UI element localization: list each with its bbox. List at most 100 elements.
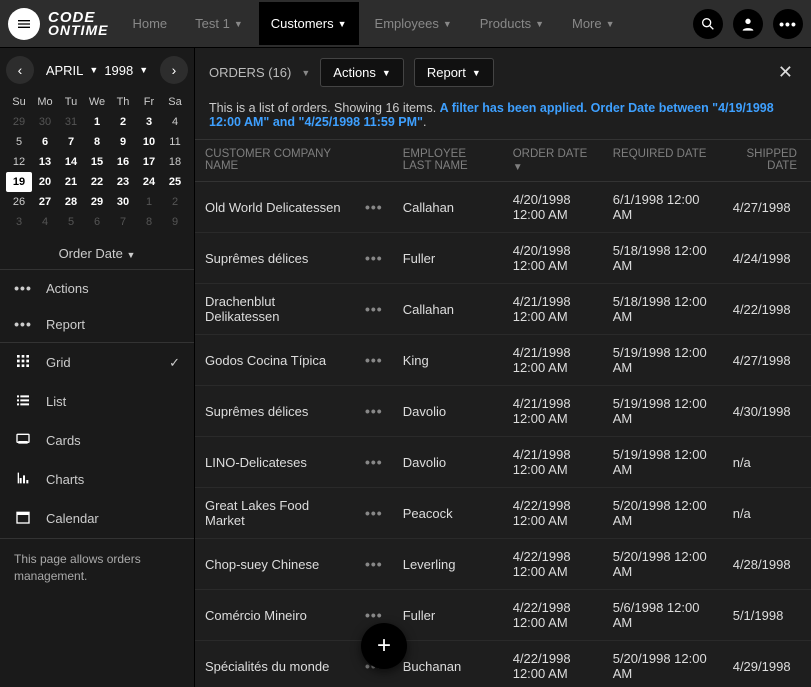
cal-day[interactable]: 12 bbox=[6, 152, 32, 172]
table-row[interactable]: Comércio Mineiro•••Fuller4/22/1998 12:00… bbox=[195, 590, 811, 641]
cal-day[interactable]: 2 bbox=[110, 112, 136, 132]
cell-required-date: 5/18/1998 12:00 AM bbox=[603, 284, 723, 335]
cal-day[interactable]: 22 bbox=[84, 172, 110, 192]
row-actions-button[interactable]: ••• bbox=[355, 233, 393, 284]
col-company[interactable]: CUSTOMER COMPANY NAME bbox=[195, 140, 355, 182]
cal-day[interactable]: 2 bbox=[162, 192, 188, 212]
cal-day[interactable]: 1 bbox=[84, 112, 110, 132]
view-cards[interactable]: Cards bbox=[0, 421, 194, 460]
cal-day[interactable]: 31 bbox=[58, 112, 84, 132]
row-actions-button[interactable]: ••• bbox=[355, 386, 393, 437]
row-actions-button[interactable]: ••• bbox=[355, 437, 393, 488]
cal-day[interactable]: 17 bbox=[136, 152, 162, 172]
cal-day[interactable]: 30 bbox=[32, 112, 58, 132]
cal-day[interactable]: 7 bbox=[58, 132, 84, 152]
nav-item-more[interactable]: More ▼ bbox=[560, 2, 627, 45]
cal-day[interactable]: 23 bbox=[110, 172, 136, 192]
col-shipped-date[interactable]: SHIPPED DATE bbox=[723, 140, 811, 182]
cal-day[interactable]: 11 bbox=[162, 132, 188, 152]
cal-day[interactable]: 27 bbox=[32, 192, 58, 212]
cal-day[interactable]: 5 bbox=[58, 212, 84, 232]
cal-day[interactable]: 15 bbox=[84, 152, 110, 172]
view-calendar[interactable]: Calendar bbox=[0, 499, 194, 538]
nav-item-test-1[interactable]: Test 1 ▼ bbox=[183, 2, 255, 45]
sidebar-item-label: Grid bbox=[46, 355, 71, 370]
cal-day[interactable]: 16 bbox=[110, 152, 136, 172]
cal-day[interactable]: 28 bbox=[58, 192, 84, 212]
cal-day[interactable]: 30 bbox=[110, 192, 136, 212]
cal-day[interactable]: 20 bbox=[32, 172, 58, 192]
actions-button[interactable]: Actions▼ bbox=[320, 58, 404, 87]
cal-field-selector[interactable]: Order Date ▼ bbox=[0, 238, 194, 270]
nav-item-label: Employees bbox=[375, 16, 439, 31]
menu-toggle-button[interactable] bbox=[8, 8, 40, 40]
table-row[interactable]: Drachenblut Delikatessen•••Callahan4/21/… bbox=[195, 284, 811, 335]
cal-day[interactable]: 1 bbox=[136, 192, 162, 212]
cal-day[interactable]: 3 bbox=[6, 212, 32, 232]
breadcrumb[interactable]: ORDERS (16) bbox=[209, 65, 291, 80]
cell-employee: King bbox=[393, 335, 503, 386]
cell-order-date: 4/20/1998 12:00 AM bbox=[503, 233, 603, 284]
cal-day[interactable]: 4 bbox=[162, 112, 188, 132]
nav-item-employees[interactable]: Employees ▼ bbox=[363, 2, 464, 45]
cal-day[interactable]: 6 bbox=[84, 212, 110, 232]
cell-employee: Callahan bbox=[393, 182, 503, 233]
view-list[interactable]: List bbox=[0, 382, 194, 421]
row-actions-button[interactable]: ••• bbox=[355, 488, 393, 539]
sidebar-actions[interactable]: ••• Actions bbox=[0, 270, 194, 306]
cal-day[interactable]: 19 bbox=[6, 172, 32, 192]
cal-day[interactable]: 9 bbox=[110, 132, 136, 152]
col-employee[interactable]: EMPLOYEE LAST NAME bbox=[393, 140, 503, 182]
row-actions-button[interactable]: ••• bbox=[355, 335, 393, 386]
cal-day[interactable]: 7 bbox=[110, 212, 136, 232]
sidebar-report[interactable]: ••• Report bbox=[0, 306, 194, 342]
view-grid[interactable]: Grid✓ bbox=[0, 343, 194, 382]
report-button[interactable]: Report▼ bbox=[414, 58, 494, 87]
table-row[interactable]: Spécialités du monde•••Buchanan4/22/1998… bbox=[195, 641, 811, 687]
table-row[interactable]: Great Lakes Food Market•••Peacock4/22/19… bbox=[195, 488, 811, 539]
row-actions-button[interactable]: ••• bbox=[355, 182, 393, 233]
cal-day[interactable]: 3 bbox=[136, 112, 162, 132]
cal-prev-button[interactable]: ‹ bbox=[6, 56, 34, 84]
cal-day[interactable]: 8 bbox=[84, 132, 110, 152]
cal-day[interactable]: 8 bbox=[136, 212, 162, 232]
table-row[interactable]: Old World Delicatessen•••Callahan4/20/19… bbox=[195, 182, 811, 233]
cal-day[interactable]: 5 bbox=[6, 132, 32, 152]
user-button[interactable] bbox=[733, 9, 763, 39]
cal-day[interactable]: 6 bbox=[32, 132, 58, 152]
table-row[interactable]: Suprêmes délices•••Davolio4/21/1998 12:0… bbox=[195, 386, 811, 437]
view-charts[interactable]: Charts bbox=[0, 460, 194, 499]
cal-day[interactable]: 26 bbox=[6, 192, 32, 212]
cal-day[interactable]: 24 bbox=[136, 172, 162, 192]
more-button[interactable]: ••• bbox=[773, 9, 803, 39]
cal-day[interactable]: 25 bbox=[162, 172, 188, 192]
table-row[interactable]: LINO-Delicateses•••Davolio4/21/1998 12:0… bbox=[195, 437, 811, 488]
nav-item-home[interactable]: Home bbox=[120, 2, 179, 45]
add-button[interactable]: + bbox=[361, 623, 407, 669]
cal-next-button[interactable]: › bbox=[160, 56, 188, 84]
cell-shipped-date: 4/29/1998 bbox=[723, 641, 811, 687]
cal-day[interactable]: 4 bbox=[32, 212, 58, 232]
table-row[interactable]: Chop-suey Chinese•••Leverling4/22/1998 1… bbox=[195, 539, 811, 590]
cell-employee: Fuller bbox=[393, 590, 503, 641]
cal-day[interactable]: 9 bbox=[162, 212, 188, 232]
search-button[interactable] bbox=[693, 9, 723, 39]
cal-day[interactable]: 21 bbox=[58, 172, 84, 192]
cell-employee: Davolio bbox=[393, 437, 503, 488]
cal-day[interactable]: 29 bbox=[6, 112, 32, 132]
cal-day[interactable]: 13 bbox=[32, 152, 58, 172]
cal-day[interactable]: 14 bbox=[58, 152, 84, 172]
cal-day[interactable]: 29 bbox=[84, 192, 110, 212]
table-row[interactable]: Suprêmes délices•••Fuller4/20/1998 12:00… bbox=[195, 233, 811, 284]
cal-month-selector[interactable]: APRIL▼ 1998▼ bbox=[46, 63, 148, 78]
cal-day[interactable]: 10 bbox=[136, 132, 162, 152]
col-order-date[interactable]: ORDER DATE▼ bbox=[503, 140, 603, 182]
table-row[interactable]: Godos Cocina Típica•••King4/21/1998 12:0… bbox=[195, 335, 811, 386]
row-actions-button[interactable]: ••• bbox=[355, 284, 393, 335]
close-button[interactable]: ✕ bbox=[774, 62, 797, 83]
cal-day[interactable]: 18 bbox=[162, 152, 188, 172]
nav-item-customers[interactable]: Customers ▼ bbox=[259, 2, 359, 45]
row-actions-button[interactable]: ••• bbox=[355, 539, 393, 590]
nav-item-products[interactable]: Products ▼ bbox=[468, 2, 556, 45]
col-required-date[interactable]: REQUIRED DATE bbox=[603, 140, 723, 182]
